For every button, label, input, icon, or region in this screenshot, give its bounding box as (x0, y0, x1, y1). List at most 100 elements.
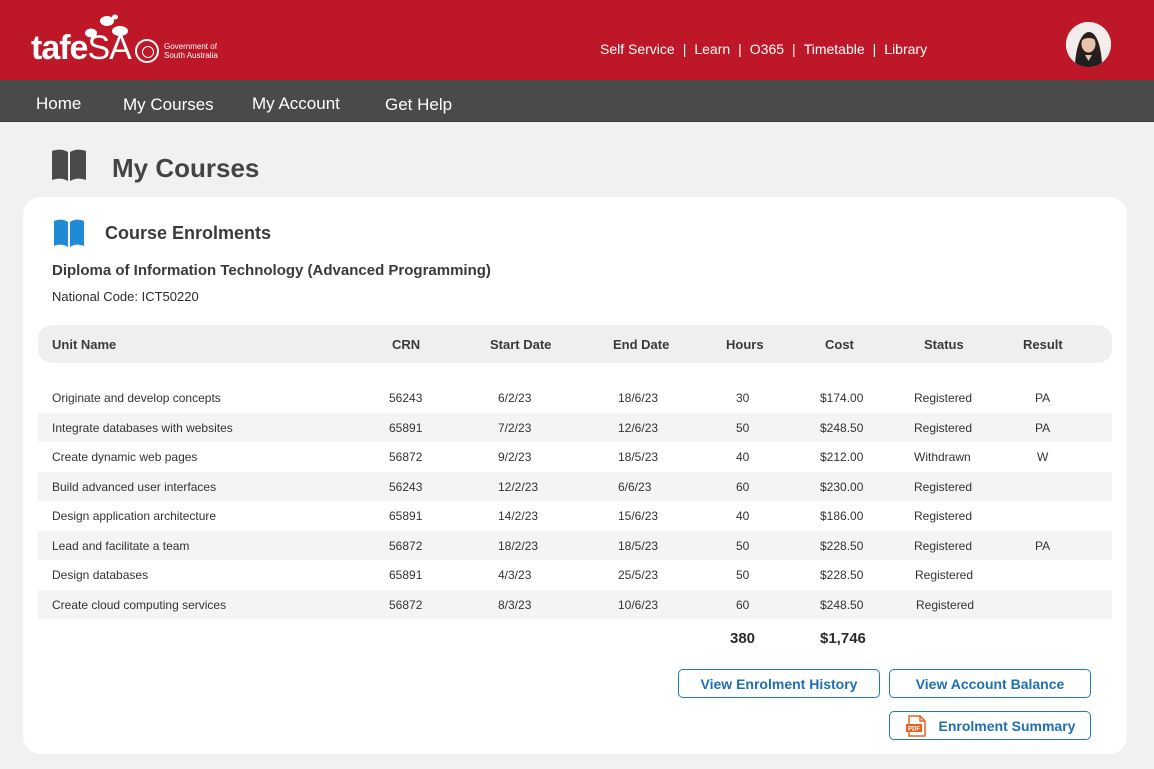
result-cell: PA (1035, 420, 1051, 435)
unit-name-cell: Build advanced user interfaces (52, 479, 217, 494)
end-date-cell: 15/6/23 (618, 509, 659, 523)
table-header: Unit Name CRN Start Date End Date Hours … (38, 325, 1112, 363)
result-cell: PA (1035, 391, 1051, 405)
hours-cell: 60 (736, 479, 750, 494)
crn-cell: 56872 (389, 538, 423, 553)
crn-cell: 56872 (389, 597, 423, 612)
end-date-cell: 18/5/23 (618, 450, 659, 464)
crn-cell: 56872 (389, 450, 423, 464)
top-link-self-service[interactable]: Self Service (600, 41, 675, 57)
total-cost: $1,746 (820, 630, 866, 647)
column-header-cost: Cost (825, 337, 854, 352)
table-row[interactable]: Originate and develop concepts 56243 6/2… (38, 383, 1112, 413)
status-cell: Registered (914, 479, 973, 494)
cost-cell: $212.00 (820, 450, 864, 464)
result-cell: PA (1035, 538, 1051, 553)
table-row[interactable]: Create dynamic web pages 56872 9/2/23 18… (38, 442, 1112, 472)
status-cell: Withdrawn (914, 450, 971, 464)
start-date-cell: 4/3/23 (498, 568, 532, 582)
cost-cell: $228.50 (820, 538, 864, 553)
open-book-icon (52, 149, 86, 181)
table-row[interactable]: Design application architecture 65891 14… (38, 501, 1112, 531)
course-name: Diploma of Information Technology (Advan… (52, 262, 491, 279)
hours-cell: 60 (736, 597, 750, 612)
top-link-learn[interactable]: Learn (694, 41, 730, 57)
column-header-unit-name: Unit Name (52, 337, 117, 352)
top-link-library[interactable]: Library (884, 41, 927, 57)
start-date-cell: 14/2/23 (498, 509, 539, 523)
main-nav: Home My Courses My Account Get Help (0, 80, 1154, 122)
crn-cell: 65891 (389, 420, 423, 435)
status-cell: Registered (914, 538, 973, 553)
top-link-timetable[interactable]: Timetable (804, 41, 865, 57)
column-header-start-date: Start Date (490, 337, 552, 352)
unit-name-cell: Create dynamic web pages (52, 450, 198, 464)
nav-my-courses[interactable]: My Courses (123, 95, 214, 115)
end-date-cell: 6/6/23 (618, 479, 652, 494)
card-title: Course Enrolments (105, 223, 272, 243)
enrolment-table-body: Originate and develop concepts 56243 6/2… (38, 383, 1112, 619)
cost-cell: $228.50 (820, 568, 864, 582)
column-header-status: Status (924, 337, 964, 352)
start-date-cell: 9/2/23 (498, 450, 532, 464)
pdf-label: PDF (908, 726, 920, 732)
status-cell: Registered (915, 568, 974, 582)
enrolment-summary-button[interactable]: PDF Enrolment Summary (889, 711, 1091, 740)
hours-cell: 50 (736, 568, 750, 582)
enrolment-summary-label: Enrolment Summary (938, 717, 1076, 734)
top-header: tafeSA Government of South Australia Sel… (0, 0, 1154, 80)
logo-wordmark: tafeSA (31, 29, 132, 67)
column-header-crn: CRN (392, 337, 421, 352)
crn-cell: 65891 (389, 568, 423, 582)
hours-cell: 50 (736, 538, 750, 553)
government-badge: Government of South Australia (135, 38, 218, 64)
user-photo-icon (1066, 22, 1111, 67)
hours-cell: 30 (736, 391, 750, 405)
status-cell: Registered (914, 509, 973, 523)
start-date-cell: 7/2/23 (498, 420, 532, 435)
top-links: Self Service | Learn | O365 | Timetable … (600, 41, 928, 57)
start-date-cell: 6/2/23 (498, 391, 532, 405)
unit-name-cell: Design application architecture (52, 509, 217, 523)
pdf-file-icon: PDF (905, 714, 926, 737)
table-row[interactable]: Design databases 65891 4/3/23 25/5/23 50… (38, 560, 1112, 590)
crn-cell: 56243 (389, 391, 423, 405)
nav-get-help[interactable]: Get Help (385, 95, 452, 115)
nav-my-account[interactable]: My Account (252, 94, 340, 114)
cost-cell: $248.50 (820, 597, 864, 612)
course-enrolments-card: Course Enrolments Diploma of Information… (23, 197, 1127, 754)
table-row[interactable]: Build advanced user interfaces 56243 12/… (38, 471, 1112, 501)
end-date-cell: 18/6/23 (618, 391, 659, 405)
cost-cell: $186.00 (820, 509, 864, 523)
status-cell: Registered (914, 420, 973, 435)
table-row[interactable]: Lead and facilitate a team 56872 18/2/23… (38, 530, 1112, 560)
status-cell: Registered (914, 391, 973, 405)
page-title: My Courses (112, 153, 260, 183)
unit-name-cell: Integrate databases with websites (52, 420, 233, 435)
cost-cell: $248.50 (820, 420, 864, 435)
open-book-icon (54, 219, 84, 247)
hours-cell: 40 (736, 509, 750, 523)
end-date-cell: 25/5/23 (618, 568, 659, 582)
crn-cell: 65891 (389, 509, 423, 523)
table-row[interactable]: Create cloud computing services 56872 8/… (38, 589, 1112, 619)
unit-name-cell: Lead and facilitate a team (52, 538, 190, 553)
cost-cell: $230.00 (820, 479, 864, 494)
crn-cell: 56243 (389, 479, 423, 494)
end-date-cell: 10/6/23 (618, 597, 659, 612)
unit-name-cell: Design databases (52, 568, 149, 582)
hours-cell: 40 (736, 450, 750, 464)
government-seal-icon (135, 39, 159, 63)
status-cell: Registered (916, 597, 975, 612)
unit-name-cell: Create cloud computing services (52, 597, 227, 612)
hours-cell: 50 (736, 420, 750, 435)
view-enrolment-history-button[interactable]: View Enrolment History (678, 669, 880, 698)
column-header-hours: Hours (726, 337, 764, 352)
national-code: National Code: ICT50220 (52, 289, 199, 304)
column-header-result: Result (1023, 337, 1063, 352)
top-link-o365[interactable]: O365 (750, 41, 784, 57)
user-avatar[interactable] (1066, 22, 1111, 67)
table-row[interactable]: Integrate databases with websites 65891 … (38, 412, 1112, 442)
nav-home[interactable]: Home (36, 94, 81, 114)
view-account-balance-button[interactable]: View Account Balance (889, 669, 1091, 698)
